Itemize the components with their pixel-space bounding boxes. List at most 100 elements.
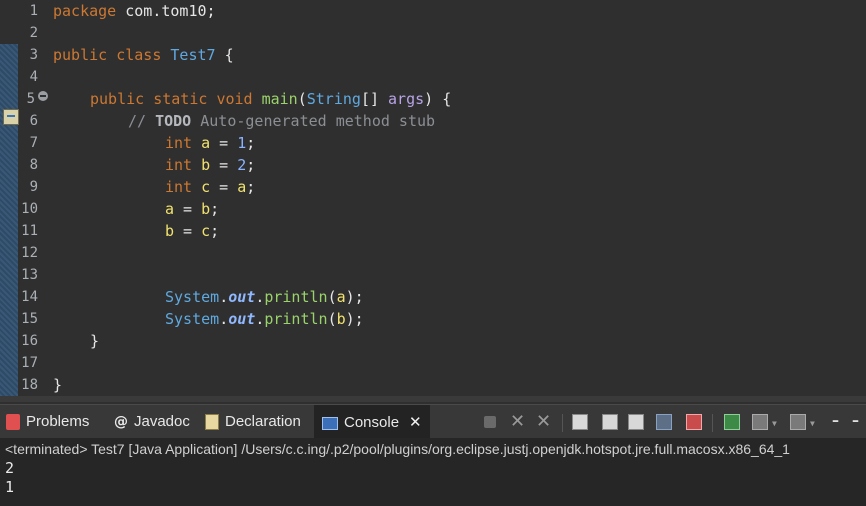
tab-label: Declaration: [225, 413, 301, 430]
minimize-icon[interactable]: –: [832, 414, 848, 430]
operator: =: [174, 222, 202, 240]
remove-launch-icon[interactable]: ✕: [510, 413, 526, 431]
chevron-down-icon[interactable]: ▼: [772, 419, 777, 428]
tab-javadoc[interactable]: @ Javadoc: [114, 405, 190, 439]
tab-console[interactable]: Console ✕: [314, 405, 430, 439]
paren: (: [327, 288, 337, 306]
problems-icon: [6, 414, 20, 431]
console-icon: [322, 416, 338, 430]
code-line[interactable]: int a = 1;: [165, 132, 255, 154]
code-line[interactable]: int b = 2;: [165, 154, 255, 176]
code-line[interactable]: package com.tom10;: [53, 0, 216, 22]
display-selected-console-icon[interactable]: [752, 414, 768, 430]
paren-semicolon: );: [345, 288, 364, 306]
semicolon: ;: [246, 178, 256, 196]
variable: b: [336, 310, 346, 328]
code-line[interactable]: public static void main(String[] args) {: [90, 88, 451, 110]
brace: {: [224, 46, 234, 64]
line-number: 4: [29, 69, 38, 85]
variable: c: [201, 178, 211, 196]
operator: =: [210, 134, 238, 152]
code-editor[interactable]: 1 2 3 4 5 6 7 8 9 10 11 12 13 14 15 16 1…: [0, 0, 866, 400]
operator: =: [210, 156, 238, 174]
method-name: main: [261, 90, 298, 108]
line-number: 3: [29, 47, 38, 63]
semicolon: ;: [246, 134, 256, 152]
comment-line[interactable]: // TODO Auto-generated method stub: [128, 110, 435, 132]
declaration-icon: [205, 414, 219, 431]
variable: a: [237, 178, 247, 196]
close-icon[interactable]: ✕: [409, 413, 422, 431]
operator: =: [210, 178, 238, 196]
line-number: 7: [29, 135, 38, 151]
keyword: class: [116, 46, 162, 64]
paren-semicolon: );: [345, 310, 364, 328]
line-number: 8: [29, 157, 38, 173]
remove-all-terminated-icon[interactable]: ✕: [536, 413, 552, 431]
horizontal-scrollbar[interactable]: [0, 396, 866, 402]
collapse-fold-icon[interactable]: [38, 91, 48, 101]
console-status-line: <terminated> Test7 [Java Application] /U…: [5, 441, 790, 457]
line-number: 14: [21, 289, 38, 305]
keyword: public: [53, 46, 108, 64]
dot: .: [219, 288, 229, 306]
dot: .: [219, 310, 229, 328]
maximize-icon[interactable]: –: [852, 414, 866, 430]
dot: .: [255, 310, 265, 328]
clear-console-icon[interactable]: [572, 414, 588, 430]
word-wrap-icon[interactable]: [628, 414, 644, 430]
code-line[interactable]: a = b;: [165, 198, 219, 220]
tab-problems[interactable]: Problems: [6, 405, 89, 439]
static-field: out: [228, 310, 256, 328]
open-console-icon[interactable]: [790, 414, 806, 430]
semicolon: ;: [246, 156, 256, 174]
code-line[interactable]: b = c;: [165, 220, 219, 242]
show-console-on-error-icon[interactable]: [686, 414, 702, 430]
brace: }: [90, 332, 100, 350]
console-output-area[interactable]: <terminated> Test7 [Java Application] /U…: [0, 438, 866, 506]
line-number: 1: [29, 3, 38, 19]
line-number: 5: [26, 91, 35, 107]
pin-console-icon[interactable]: [724, 414, 740, 430]
toolbar-separator: [562, 414, 563, 432]
line-number: 2: [29, 25, 38, 41]
code-line[interactable]: }: [90, 330, 99, 352]
variable: b: [201, 156, 211, 174]
terminate-icon[interactable]: [484, 416, 496, 428]
javadoc-icon: @: [114, 414, 128, 431]
line-number: 10: [21, 201, 38, 217]
code-line[interactable]: }: [53, 374, 62, 396]
code-line[interactable]: public class Test7 {: [53, 44, 234, 66]
keyword: package: [53, 2, 117, 20]
variable: a: [165, 200, 175, 218]
toolbar-separator: [712, 414, 713, 432]
code-line[interactable]: System.out.println(a);: [165, 286, 364, 308]
line-number: 18: [21, 377, 38, 393]
paren-brace: ) {: [424, 90, 452, 108]
scroll-lock-icon[interactable]: [602, 414, 618, 430]
variable: c: [201, 222, 211, 240]
class-name: Test7: [170, 46, 216, 64]
show-console-on-output-icon[interactable]: [656, 414, 672, 430]
chevron-down-icon[interactable]: ▼: [810, 419, 815, 428]
semicolon: ;: [210, 200, 220, 218]
code-line[interactable]: int c = a;: [165, 176, 255, 198]
tab-label: Console: [344, 414, 400, 431]
number: 2: [237, 156, 247, 174]
keyword: int: [165, 156, 193, 174]
task-marker-icon[interactable]: [3, 109, 19, 125]
tab-label: Problems: [26, 413, 90, 430]
method-call: println: [264, 310, 328, 328]
variable: b: [201, 200, 211, 218]
line-number: 17: [21, 355, 38, 371]
keyword: public: [90, 90, 145, 108]
keyword: static: [153, 90, 208, 108]
paren: (: [327, 310, 337, 328]
class-ref: System: [165, 310, 220, 328]
tab-declaration[interactable]: Declaration: [205, 405, 301, 439]
keyword: int: [165, 134, 193, 152]
number: 1: [237, 134, 247, 152]
keyword: int: [165, 178, 193, 196]
code-line[interactable]: System.out.println(b);: [165, 308, 364, 330]
line-number: 16: [21, 333, 38, 349]
